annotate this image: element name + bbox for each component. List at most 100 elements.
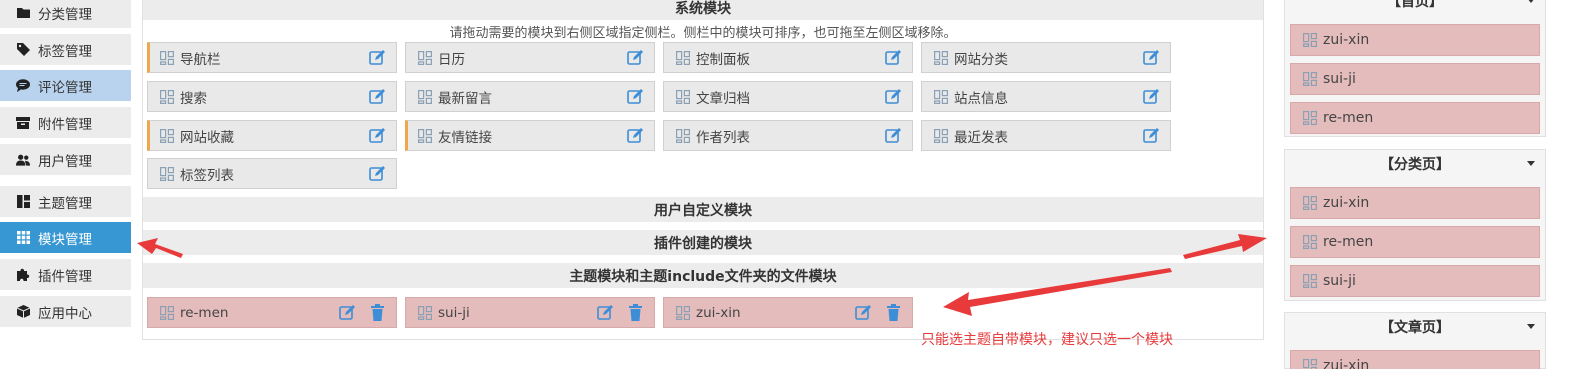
- edit-icon[interactable]: [1142, 127, 1160, 145]
- scrollbar[interactable]: [1567, 0, 1581, 369]
- sidebar-panel-title[interactable]: 【分类页】: [1285, 150, 1545, 178]
- theme-module[interactable]: sui-ji: [405, 297, 655, 328]
- system-module[interactable]: 搜索: [147, 81, 397, 112]
- edit-icon[interactable]: [368, 49, 386, 67]
- module-icon: [934, 89, 948, 104]
- module-icon: [676, 89, 690, 104]
- folder-icon: [16, 6, 30, 20]
- edit-icon[interactable]: [368, 88, 386, 106]
- sidebar-item-label: 主题管理: [38, 195, 92, 212]
- sidebar-item-users[interactable]: 用户管理: [0, 144, 131, 175]
- trash-icon[interactable]: [884, 304, 902, 322]
- sidebar-module[interactable]: sui-ji: [1290, 63, 1540, 95]
- sidebar-item-themes[interactable]: 主题管理: [0, 186, 131, 217]
- module-icon: [934, 50, 948, 65]
- module-label: zui-xin: [696, 304, 741, 321]
- module-main-panel: 系统模块 请拖动需要的模块到右侧区域指定侧栏。侧栏中的模块可排序，也可拖至左侧区…: [142, 0, 1264, 340]
- module-label: sui-ji: [438, 304, 470, 321]
- sidebar-item-comments[interactable]: 评论管理: [0, 70, 131, 101]
- module-icon: [934, 128, 948, 143]
- sidebar-item-label: 分类管理: [38, 6, 92, 23]
- edit-icon[interactable]: [368, 127, 386, 145]
- theme-module[interactable]: re-men: [147, 297, 397, 328]
- system-module[interactable]: 导航栏: [147, 42, 397, 73]
- module-label: 最新留言: [438, 90, 492, 107]
- edit-icon[interactable]: [626, 88, 644, 106]
- sidebar-panel-home: 【首页】 zui-xin sui-ji re-men: [1284, 0, 1546, 137]
- caret-down-icon[interactable]: [1527, 0, 1535, 3]
- module-icon: [418, 128, 432, 143]
- module-icon: [418, 89, 432, 104]
- edit-icon[interactable]: [884, 49, 902, 67]
- module-icon: [418, 50, 432, 65]
- module-icon: [1303, 111, 1317, 126]
- sidebar-item-label: 标签管理: [38, 43, 92, 60]
- system-module[interactable]: 作者列表: [663, 120, 913, 151]
- tag-icon: [16, 43, 30, 57]
- plugin-modules-heading: 插件创建的模块: [143, 230, 1263, 255]
- archive-icon: [16, 116, 30, 130]
- sidebar-item-label: 用户管理: [38, 153, 92, 170]
- sidebar-item-label: 评论管理: [38, 79, 92, 96]
- edit-icon[interactable]: [626, 49, 644, 67]
- sidebar-item-label: 应用中心: [38, 305, 92, 322]
- sidebar-module[interactable]: zui-xin: [1290, 350, 1540, 369]
- theme-modules-heading: 主题模块和主题include文件夹的文件模块: [143, 263, 1263, 288]
- module-icon: [160, 89, 174, 104]
- system-module[interactable]: 文章归档: [663, 81, 913, 112]
- edit-icon[interactable]: [854, 304, 872, 322]
- sidebar-panel-article: 【文章页】 zui-xin: [1284, 312, 1546, 369]
- system-module[interactable]: 最近发表: [921, 120, 1171, 151]
- caret-down-icon[interactable]: [1527, 324, 1535, 329]
- edit-icon[interactable]: [884, 127, 902, 145]
- system-module[interactable]: 网站收藏: [147, 120, 397, 151]
- user-modules-heading: 用户自定义模块: [143, 197, 1263, 222]
- sidebar-panel-title[interactable]: 【首页】: [1285, 0, 1545, 15]
- edit-icon[interactable]: [1142, 88, 1160, 106]
- sidebar-module[interactable]: zui-xin: [1290, 24, 1540, 56]
- system-module[interactable]: 站点信息: [921, 81, 1171, 112]
- trash-icon[interactable]: [626, 304, 644, 322]
- module-label: 搜索: [180, 90, 207, 107]
- module-icon: [1303, 359, 1317, 369]
- system-modules-hint: 请拖动需要的模块到右侧区域指定侧栏。侧栏中的模块可排序，也可拖至左侧区域移除。: [449, 26, 957, 41]
- system-module[interactable]: 友情链接: [405, 120, 655, 151]
- sidebar-panel-title[interactable]: 【文章页】: [1285, 313, 1545, 341]
- module-label: 导航栏: [180, 51, 221, 68]
- edit-icon[interactable]: [368, 165, 386, 183]
- edit-icon[interactable]: [596, 304, 614, 322]
- sidebar-panel-category: 【分类页】 zui-xin re-men sui-ji: [1284, 149, 1546, 301]
- sidebar-module[interactable]: zui-xin: [1290, 187, 1540, 219]
- sidebar-item-attachments[interactable]: 附件管理: [0, 107, 131, 138]
- sidebar-item-plugins[interactable]: 插件管理: [0, 259, 131, 290]
- sidebar-item-app-center[interactable]: 应用中心: [0, 296, 131, 327]
- system-module[interactable]: 网站分类: [921, 42, 1171, 73]
- system-modules-heading: 系统模块: [143, 0, 1263, 20]
- system-module[interactable]: 控制面板: [663, 42, 913, 73]
- module-icon: [676, 50, 690, 65]
- sidebar-module[interactable]: re-men: [1290, 102, 1540, 134]
- system-module[interactable]: 日历: [405, 42, 655, 73]
- sidebar-module[interactable]: re-men: [1290, 226, 1540, 258]
- edit-icon[interactable]: [626, 127, 644, 145]
- sidebar-item-category[interactable]: 分类管理: [0, 0, 131, 28]
- users-icon: [16, 153, 30, 167]
- module-label: 日历: [438, 51, 465, 68]
- sidebar-item-modules[interactable]: 模块管理: [0, 222, 131, 253]
- edit-icon[interactable]: [338, 304, 356, 322]
- theme-module[interactable]: zui-xin: [663, 297, 913, 328]
- puzzle-icon: [16, 268, 30, 282]
- sidebar-item-tags[interactable]: 标签管理: [0, 34, 131, 65]
- module-icon: [160, 50, 174, 65]
- module-label: 友情链接: [438, 129, 492, 146]
- system-module[interactable]: 标签列表: [147, 158, 397, 189]
- sidebar-item-label: 模块管理: [38, 231, 92, 248]
- module-icon: [676, 305, 690, 320]
- trash-icon[interactable]: [368, 304, 386, 322]
- edit-icon[interactable]: [884, 88, 902, 106]
- sidebar-module[interactable]: sui-ji: [1290, 265, 1540, 297]
- edit-icon[interactable]: [1142, 49, 1160, 67]
- module-label: 站点信息: [954, 90, 1008, 107]
- system-module[interactable]: 最新留言: [405, 81, 655, 112]
- caret-down-icon[interactable]: [1527, 161, 1535, 166]
